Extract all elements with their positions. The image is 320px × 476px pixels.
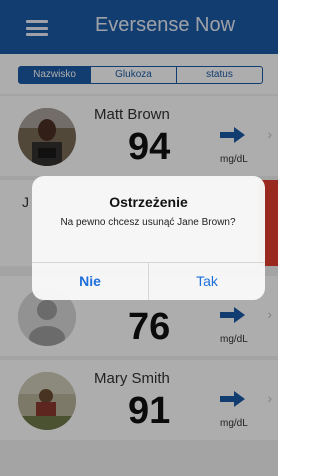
confirm-button[interactable]: Tak — [149, 262, 265, 300]
dialog-title: Ostrzeżenie — [109, 194, 188, 210]
confirm-delete-dialog: Ostrzeżenie Na pewno chcesz usunąć Jane … — [32, 176, 265, 300]
dialog-message: Na pewno chcesz usunąć Jane Brown? — [60, 217, 236, 228]
cancel-button[interactable]: Nie — [32, 262, 148, 300]
